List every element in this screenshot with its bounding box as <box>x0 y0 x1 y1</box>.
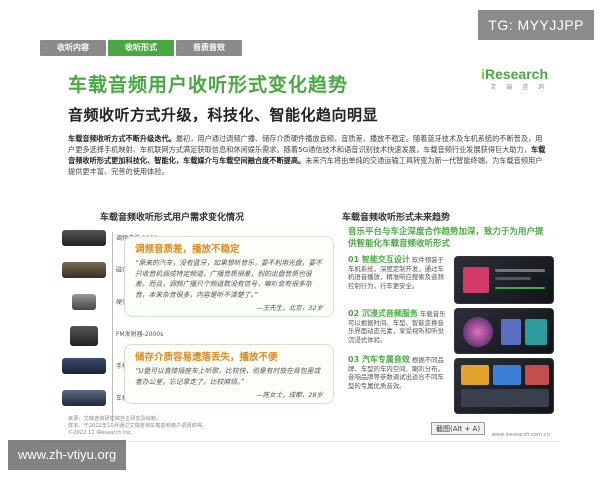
phone-mirroring-icon <box>62 358 106 374</box>
text-line <box>495 277 531 280</box>
tile-blue <box>493 365 521 385</box>
car-screen-image-3 <box>454 358 554 414</box>
screenshot-tooltip: 截图(Alt + A) <box>431 422 486 435</box>
tile-red <box>525 365 549 385</box>
timeline-item: FM发射器-2000s <box>60 324 163 346</box>
car-screen-image-1 <box>454 256 554 304</box>
left-section-title: 车载音频收听形式用户需求变化情况 <box>100 213 245 223</box>
progress-bar <box>495 287 545 289</box>
page-subtitle: 音频收听方式升级，科技化、智能化趋向明显 <box>68 106 379 124</box>
right-section-title: 车载音频收听形式未来趋势 <box>342 213 451 223</box>
quote-box-1: 调频音质差，播放不稳定 “原来的汽车，没有蓝牙，如果想听音乐，要不利用光盘，要不… <box>124 236 334 317</box>
tile-panel <box>461 389 549 407</box>
watermark-tg: TG: MYYJJPP <box>478 10 594 40</box>
usb-drive-icon <box>72 294 96 310</box>
section-tabs: 收听内容 收听形式 音质音效 <box>40 40 242 56</box>
tab-content[interactable]: 收听内容 <box>40 40 106 56</box>
trend-item-2: 02 沉浸式音频服务 车载音乐可以根据时间、车型、智能变换音乐界面动态元素，享受… <box>348 309 446 344</box>
footer-notes: 来源：艾瑞咨询研究院自主研究及绘制。 样本：于2022年10月通过艾瑞咨询车载音… <box>68 416 208 436</box>
tile-teal <box>525 319 547 345</box>
footer-url[interactable]: www.iresearch.com.cn <box>492 432 550 438</box>
tab-form[interactable]: 收听形式 <box>108 40 174 56</box>
iresearch-logo: iResearch 艾 瑞 咨 询 <box>481 66 548 91</box>
report-slide: 收听内容 收听形式 音质音效 iResearch 艾 瑞 咨 询 车载音频用户收… <box>40 30 560 442</box>
watermark-site: www.zh-vtiyu.org <box>8 440 127 470</box>
trend-item-3: 03 汽车专属音效 根据不同品牌、车型的车内空间、喇叭分布，音响品牌等参数调试出… <box>348 355 444 390</box>
text-line <box>495 269 545 272</box>
intro-paragraph: 车载音频收听方式不断升级迭代。最初，用户通过调频广播、储存介质硬件播放音频，音质… <box>68 134 546 176</box>
tab-sound[interactable]: 音质音效 <box>176 40 242 56</box>
trend-item-1: 01 智能交互设计 软件预装于车机系统，深度定制开发，通过车机语音播放，精准响应… <box>348 255 444 290</box>
tile-blue <box>501 319 521 345</box>
tile-orange <box>461 365 489 385</box>
album-art-icon <box>463 267 489 293</box>
fm-transmitter-icon <box>70 326 98 346</box>
quote-box-2: 储存介质容易遗落丢失，播放不便 “U盘可以直接插座车上听歌，比较快，但是有时放在… <box>124 344 334 404</box>
cassette-icon <box>62 262 106 278</box>
car-infotainment-icon <box>62 390 106 406</box>
vinyl-disc-icon <box>463 317 493 347</box>
trend-heading: 音乐平台与车企深度合作趋势加深，致力于为用户提供智能化车载音频收听形式 <box>348 227 544 249</box>
car-screen-image-2 <box>454 308 554 354</box>
page-title: 车载音频用户收听形式变化趋势 <box>68 74 349 96</box>
radio-device-icon <box>62 230 106 246</box>
